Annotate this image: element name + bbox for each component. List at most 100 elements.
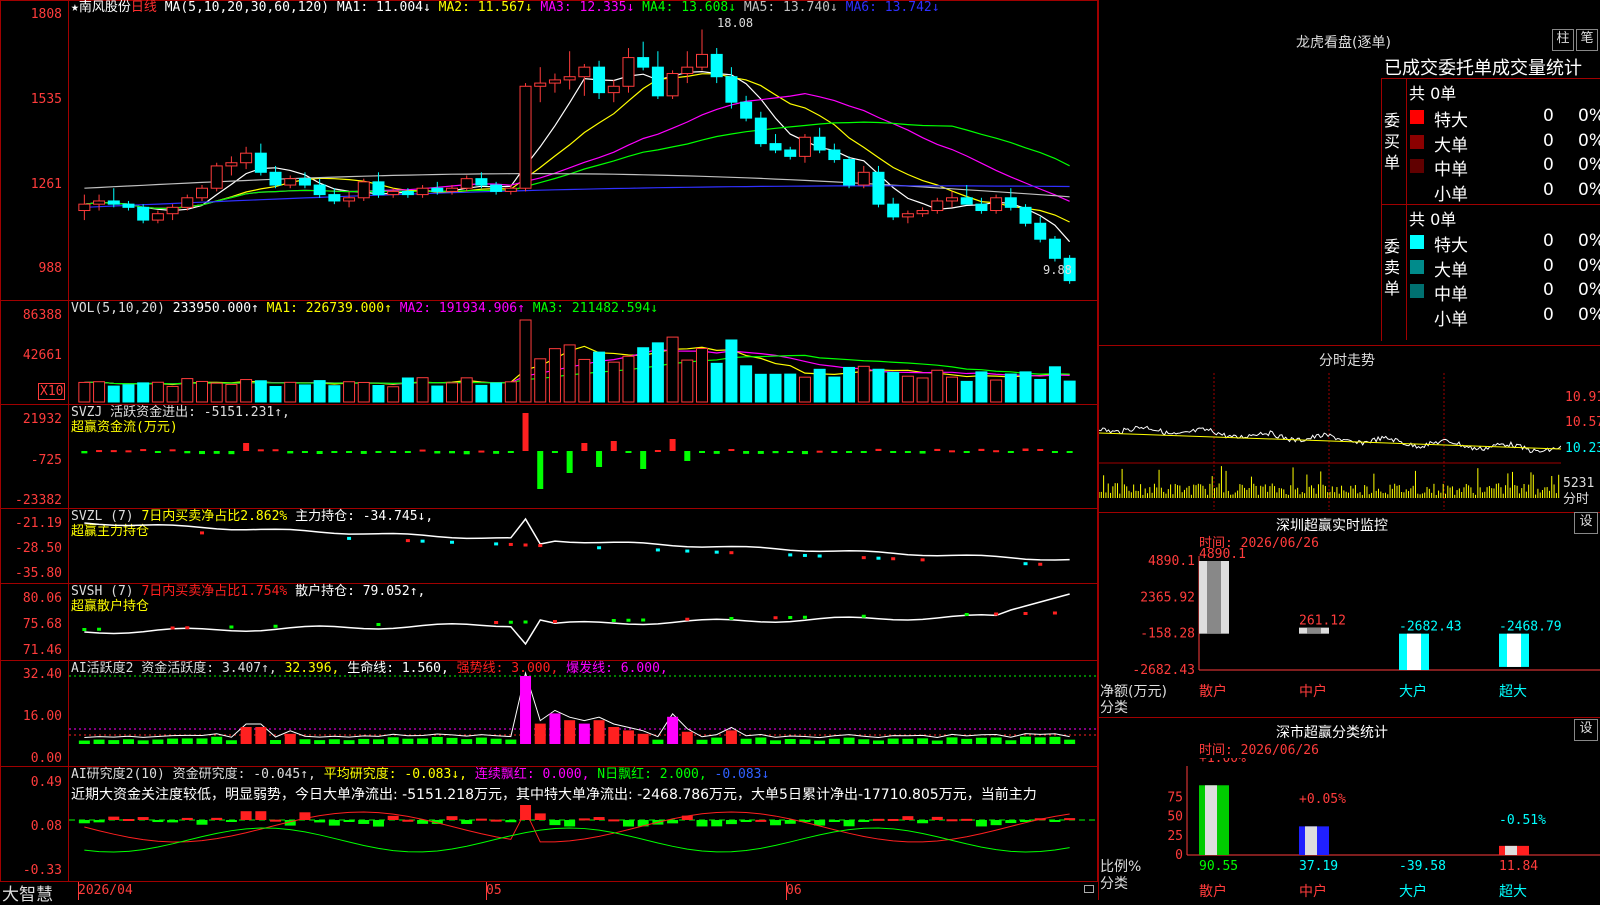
volume-bar bbox=[387, 386, 400, 403]
date-tick bbox=[786, 882, 787, 900]
svzl-chart[interactable] bbox=[69, 509, 1097, 583]
volume-bar bbox=[490, 382, 503, 403]
sz-monitor-bar-core bbox=[1207, 561, 1221, 634]
activity-bar bbox=[990, 737, 1002, 744]
activity-bar bbox=[1034, 737, 1046, 744]
research-bar bbox=[990, 820, 1002, 826]
activity-bar bbox=[740, 738, 752, 744]
svsh-tick bbox=[685, 617, 690, 621]
volume-bar bbox=[887, 371, 900, 403]
candle-body bbox=[710, 53, 723, 78]
svzj-chart[interactable] bbox=[69, 405, 1097, 508]
period-label[interactable]: 日线 bbox=[131, 0, 157, 15]
svsh-tick bbox=[994, 612, 999, 616]
order-size-label: 大单 bbox=[1434, 260, 1468, 281]
date-label: 05 bbox=[486, 883, 502, 898]
svzl-tick bbox=[200, 531, 204, 535]
svsh-tick bbox=[229, 625, 234, 629]
volume-bar bbox=[593, 351, 606, 403]
candle-body bbox=[387, 190, 400, 196]
svsh-tick bbox=[729, 617, 734, 620]
svzl-tick bbox=[508, 542, 513, 546]
research-bar bbox=[858, 820, 870, 822]
sz-class-settings-button[interactable]: 设 bbox=[1574, 719, 1598, 741]
candle-body bbox=[931, 200, 944, 212]
activity-bar bbox=[564, 720, 576, 744]
research-bar bbox=[696, 820, 708, 827]
svzl-tick bbox=[405, 539, 410, 543]
research-bar bbox=[534, 813, 546, 820]
flow-bar bbox=[1007, 451, 1014, 453]
volume-bar bbox=[225, 383, 238, 403]
candle-body bbox=[504, 187, 517, 192]
activity-bar bbox=[1020, 736, 1032, 744]
activity-bar bbox=[858, 739, 870, 744]
svzl-tick bbox=[685, 549, 690, 553]
sz-monitor-settings-button[interactable]: 设 bbox=[1574, 512, 1598, 534]
flow-bar bbox=[154, 451, 161, 453]
flow-bar bbox=[699, 451, 705, 453]
volume-bar bbox=[313, 380, 326, 403]
sz-monitor-bar-core bbox=[1507, 633, 1521, 667]
sz-monitor-bar-core bbox=[1407, 633, 1421, 670]
brand-label: 大智慧 bbox=[2, 885, 53, 905]
candlestick-chart[interactable] bbox=[69, 16, 1097, 300]
activity-bar bbox=[696, 739, 708, 744]
sz-class-chart[interactable]: 75 50 25 0 90.55 散户 37.19 中户 -39.58 大户 11.84 超大 +1.0… bbox=[1099, 758, 1600, 900]
activity-bar bbox=[387, 737, 399, 744]
sz-monitor-chart[interactable]: 4890.1 2365.92 -158.28 -2682.43 4890.1 散户 261.… bbox=[1099, 548, 1600, 716]
svsh-axis-label: 71.46 bbox=[22, 643, 62, 658]
sz-class-bar-core bbox=[1205, 785, 1217, 855]
volume-bar bbox=[651, 342, 664, 403]
svzl-tick bbox=[523, 543, 528, 547]
flow-bar bbox=[772, 451, 779, 454]
sz-class-value: 37.19 bbox=[1299, 859, 1338, 874]
svzl-tick bbox=[450, 540, 454, 544]
research-bar bbox=[784, 820, 796, 824]
research-bar bbox=[564, 820, 576, 827]
volume-bar bbox=[254, 380, 267, 403]
activity-bar bbox=[887, 738, 899, 744]
activity-bar bbox=[946, 737, 958, 744]
volume-bar bbox=[725, 339, 738, 403]
svsh-tick bbox=[626, 618, 631, 622]
favorite-star-icon[interactable]: ★ bbox=[71, 0, 79, 15]
flow-bar bbox=[419, 449, 426, 452]
sz-class-xlabel: 分类 bbox=[1100, 876, 1128, 892]
activity-bar bbox=[711, 737, 723, 744]
candle-body bbox=[578, 66, 591, 78]
lhb-bar-button[interactable]: 柱 bbox=[1552, 29, 1574, 51]
svzl-axis-label: -28.50 bbox=[15, 541, 62, 556]
activity-bar bbox=[122, 739, 134, 744]
flow-bar bbox=[640, 451, 647, 469]
order-percent: 0% bbox=[1578, 231, 1600, 251]
flow-bar bbox=[243, 443, 250, 451]
sz-monitor-category: 大户 bbox=[1399, 683, 1427, 700]
candle-body bbox=[372, 181, 385, 196]
svsh-tick bbox=[508, 620, 513, 624]
ai-research-chart[interactable] bbox=[69, 805, 1097, 882]
volume-bar bbox=[872, 368, 885, 403]
volume-bar bbox=[1019, 371, 1032, 403]
candle-body bbox=[666, 73, 679, 97]
candle-body bbox=[357, 181, 370, 199]
svsh-axis-label: 80.06 bbox=[22, 591, 62, 606]
lock-icon[interactable] bbox=[1084, 885, 1094, 893]
ai-research-items: 平均研究度: -0.083↓, 连续飘红: 0.000, N日飘红: 2.000… bbox=[324, 767, 770, 782]
candle-body bbox=[1034, 222, 1047, 240]
volume-chart[interactable] bbox=[69, 316, 1097, 404]
intraday-chart[interactable] bbox=[1099, 373, 1561, 510]
activity-bar bbox=[431, 736, 443, 744]
volume-items: 233950.000↑ MA1: 226739.000↑ MA2: 191934… bbox=[173, 301, 658, 316]
flow-bar bbox=[993, 450, 1000, 453]
flow-bar bbox=[449, 451, 455, 454]
flow-bar bbox=[360, 451, 367, 454]
indicator-value: MA2: 11.567↓ bbox=[438, 0, 541, 15]
candle-body bbox=[343, 197, 356, 202]
svsh-chart[interactable] bbox=[69, 584, 1097, 660]
lhb-tick-button[interactable]: 笔 bbox=[1576, 29, 1598, 51]
legend-swatch bbox=[1410, 235, 1424, 249]
ai-activity-chart[interactable] bbox=[69, 661, 1097, 766]
flow-bar bbox=[963, 451, 970, 453]
svsh-tick bbox=[523, 620, 528, 624]
